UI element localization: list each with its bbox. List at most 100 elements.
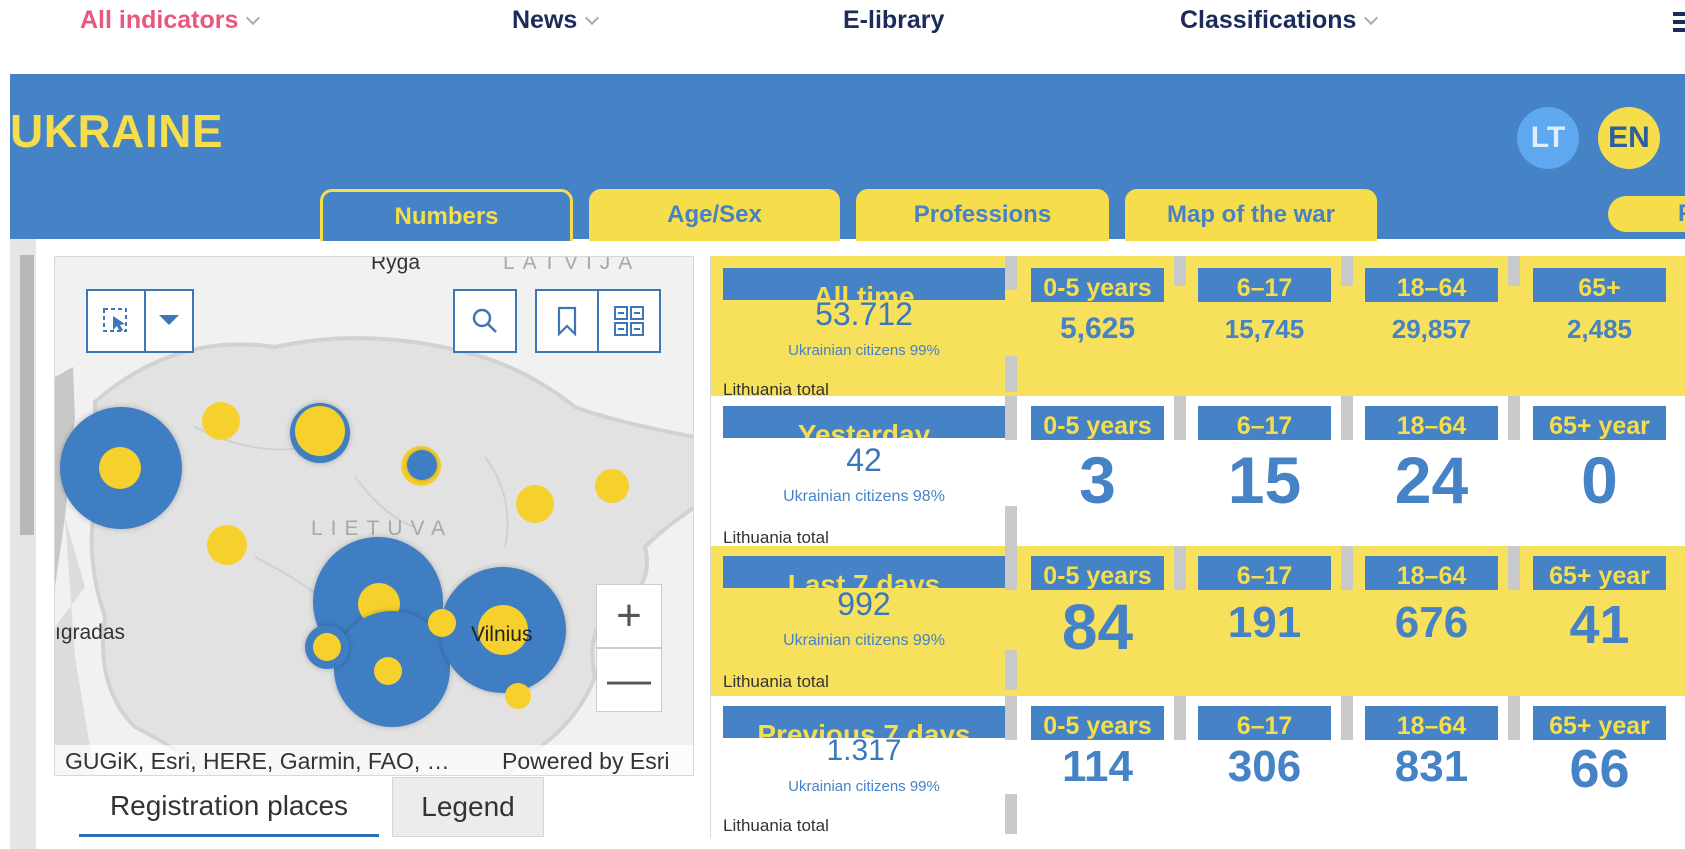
bookmark-button[interactable] xyxy=(535,289,599,353)
age-value: 84 xyxy=(1061,591,1134,663)
age-label: 6–17 xyxy=(1198,706,1331,740)
bookmark-icon xyxy=(557,306,577,336)
nav-news[interactable]: News xyxy=(512,6,600,35)
divider xyxy=(1174,546,1186,590)
period-total: 53.712 xyxy=(815,296,913,332)
age-label: 65+ xyxy=(1533,268,1666,302)
attribution-text[interactable]: GUGiK, Esri, HERE, Garmin, FAO, … xyxy=(65,748,450,775)
tab-age-sex[interactable]: Age/Sex xyxy=(589,189,840,241)
tab-partial[interactable]: Fe xyxy=(1608,196,1685,232)
page-title: UKRAINE xyxy=(10,105,224,157)
divider xyxy=(1508,546,1520,590)
map-label-vilnius: Vilnius xyxy=(471,623,533,646)
map-dot[interactable] xyxy=(428,609,456,637)
divider xyxy=(1005,506,1017,546)
lithuania-total-label: Lithuania total xyxy=(723,816,829,835)
period-total: 992 xyxy=(837,586,891,622)
age-label: 0-5 years xyxy=(1031,268,1164,302)
map-dot[interactable] xyxy=(516,485,554,523)
map-search-button[interactable] xyxy=(453,289,517,353)
citizens-note: Ukrainian citizens 99% xyxy=(788,778,940,795)
age-label: 18–64 xyxy=(1365,706,1498,740)
lithuania-total-label: Lithuania total xyxy=(723,528,829,547)
ukraine-banner: UKRAINE LT EN Numbers Age/Sex Profession… xyxy=(10,74,1685,241)
map-dot[interactable] xyxy=(207,525,247,565)
tab-professions[interactable]: Professions xyxy=(856,189,1109,241)
select-tool-dropdown[interactable] xyxy=(144,289,194,353)
chevron-down-icon xyxy=(246,10,261,25)
age-label: 18–64 xyxy=(1365,556,1498,590)
nav-e-library-label: E-library xyxy=(843,6,945,34)
age-label: 0-5 years xyxy=(1031,706,1164,740)
map-label-ryga: Ryga xyxy=(371,256,421,274)
age-value: 831 xyxy=(1394,742,1469,791)
divider xyxy=(1341,396,1353,440)
divider xyxy=(1341,546,1353,590)
nav-classifications[interactable]: Classifications xyxy=(1180,6,1379,35)
map-dot[interactable] xyxy=(595,469,629,503)
scrollbar[interactable] xyxy=(20,255,34,535)
stats-row-yesterday: Yesterday 42 Ukrainian citizens 98% Lith… xyxy=(711,396,1685,547)
nav-classifications-label: Classifications xyxy=(1180,6,1357,34)
registration-map[interactable]: Ryga LATVIJA LIETUVA ıgradas Vilnius + —… xyxy=(54,256,694,776)
age-label: 0-5 years xyxy=(1031,406,1164,440)
age-label: 65+ year xyxy=(1533,406,1666,440)
map-dot[interactable] xyxy=(505,683,531,709)
age-label: 18–64 xyxy=(1365,406,1498,440)
age-label: 6–17 xyxy=(1198,268,1331,302)
age-label: 6–17 xyxy=(1198,406,1331,440)
map-dot[interactable] xyxy=(374,657,402,685)
age-value: 676 xyxy=(1394,598,1469,647)
lang-lt-button[interactable]: LT xyxy=(1517,107,1579,169)
age-value: 2,485 xyxy=(1566,314,1633,344)
select-cursor-icon xyxy=(103,308,127,332)
stats-row-all-time: All time 53.712 Ukrainian citizens 99% L… xyxy=(711,256,1685,399)
nav-all-indicators-label: All indicators xyxy=(80,6,239,34)
basemap-gallery-button[interactable] xyxy=(597,289,661,353)
divider xyxy=(1005,650,1017,690)
map-bubble[interactable] xyxy=(407,450,437,480)
map-label-latvija: LATVIJA xyxy=(503,256,641,274)
divider xyxy=(1508,696,1520,740)
map-dot[interactable] xyxy=(313,633,341,661)
nav-all-indicators[interactable]: All indicators xyxy=(80,6,261,35)
tab-map-of-the-war[interactable]: Map of the war xyxy=(1125,189,1377,241)
zoom-out-button[interactable]: — xyxy=(596,648,662,712)
divider xyxy=(1341,256,1353,286)
divider xyxy=(1005,794,1017,834)
age-value: 15 xyxy=(1227,443,1302,517)
divider xyxy=(1005,696,1017,740)
menu-icon[interactable] xyxy=(1673,12,1685,32)
divider xyxy=(1174,256,1186,286)
search-icon xyxy=(472,308,497,333)
tab-registration-places[interactable]: Registration places xyxy=(79,777,379,837)
age-value: 306 xyxy=(1227,742,1302,791)
stats-row-last-7-days: Last 7 days 992 Ukrainian citizens 99% L… xyxy=(711,546,1685,696)
select-tool-button[interactable] xyxy=(86,289,146,353)
nav-e-library[interactable]: E-library xyxy=(843,6,944,35)
period-label: Last 7 days xyxy=(723,556,1005,588)
divider xyxy=(1005,396,1017,440)
powered-by-esri[interactable]: Powered by Esri xyxy=(502,748,669,775)
period-total: 42 xyxy=(846,442,882,478)
caret-down-icon xyxy=(159,315,179,325)
age-value: 191 xyxy=(1227,598,1302,647)
map-dot[interactable] xyxy=(295,406,345,456)
tab-numbers[interactable]: Numbers xyxy=(320,189,573,241)
age-value: 41 xyxy=(1569,595,1630,655)
citizens-note: Ukrainian citizens 98% xyxy=(783,488,945,505)
age-value: 3 xyxy=(1079,443,1116,517)
age-label: 65+ year xyxy=(1533,556,1666,590)
tab-legend[interactable]: Legend xyxy=(392,777,544,837)
age-label: 0-5 years xyxy=(1031,556,1164,590)
zoom-in-button[interactable]: + xyxy=(596,584,662,648)
map-dot[interactable] xyxy=(99,447,141,489)
citizens-note: Ukrainian citizens 99% xyxy=(788,342,940,359)
map-dot[interactable] xyxy=(202,402,240,440)
map-label-karaliaucius: ıgradas xyxy=(55,621,126,644)
age-value: 114 xyxy=(1062,742,1133,791)
divider xyxy=(1508,256,1520,286)
period-total: 1.317 xyxy=(826,734,902,767)
divider xyxy=(1174,696,1186,740)
lang-en-button[interactable]: EN xyxy=(1598,107,1660,169)
